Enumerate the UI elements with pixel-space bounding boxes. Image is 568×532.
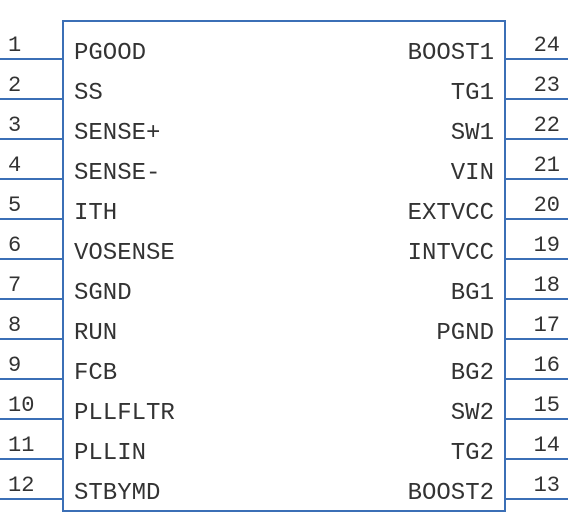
pin-label: TG2 — [451, 440, 494, 467]
pin-lead: 3 — [0, 100, 62, 140]
pin-lead: 22 — [506, 100, 568, 140]
pin-lead: 5 — [0, 180, 62, 220]
pin-lead: 9 — [0, 340, 62, 380]
pin-19: INTVCC 19 — [506, 220, 568, 260]
pin-number: 12 — [8, 473, 34, 498]
pin-8: 8 RUN — [0, 300, 62, 340]
pin-label: PGND — [436, 320, 494, 347]
pin-label: PLLFLTR — [74, 400, 175, 427]
pin-label: SENSE+ — [74, 120, 160, 147]
pin-number: 23 — [534, 73, 560, 98]
pin-lead: 16 — [506, 340, 568, 380]
pin-23: TG1 23 — [506, 60, 568, 100]
pin-2: 2 SS — [0, 60, 62, 100]
pin-lead: 12 — [0, 460, 62, 500]
pin-4: 4 SENSE- — [0, 140, 62, 180]
pin-22: SW1 22 — [506, 100, 568, 140]
pin-lead-line — [506, 498, 568, 500]
pin-label: STBYMD — [74, 480, 160, 507]
pin-number: 11 — [8, 433, 34, 458]
pin-10: 10 PLLFLTR — [0, 380, 62, 420]
pin-lead: 21 — [506, 140, 568, 180]
pin-label: PGOOD — [74, 40, 146, 67]
pin-label: PLLIN — [74, 440, 146, 467]
pin-label: BOOST2 — [408, 480, 494, 507]
pin-number: 10 — [8, 393, 34, 418]
pin-lead: 2 — [0, 60, 62, 100]
pin-label: SENSE- — [74, 160, 160, 187]
pin-number: 6 — [8, 233, 21, 258]
pin-label: SW1 — [451, 120, 494, 147]
pin-21: VIN 21 — [506, 140, 568, 180]
pin-label: INTVCC — [408, 240, 494, 267]
pin-24: BOOST1 24 — [506, 20, 568, 60]
pin-20: EXTVCC 20 — [506, 180, 568, 220]
pin-lead: 6 — [0, 220, 62, 260]
pin-number: 13 — [534, 473, 560, 498]
pin-lead: 24 — [506, 20, 568, 60]
pin-16: BG2 16 — [506, 340, 568, 380]
pin-lead: 17 — [506, 300, 568, 340]
pin-number: 20 — [534, 193, 560, 218]
pin-lead-line — [0, 498, 62, 500]
pin-label: BG2 — [451, 360, 494, 387]
pin-number: 9 — [8, 353, 21, 378]
pin-number: 14 — [534, 433, 560, 458]
pin-lead: 8 — [0, 300, 62, 340]
pin-number: 7 — [8, 273, 21, 298]
pin-6: 6 VOSENSE — [0, 220, 62, 260]
pin-lead: 14 — [506, 420, 568, 460]
pin-lead: 10 — [0, 380, 62, 420]
pin-number: 5 — [8, 193, 21, 218]
pin-label: VIN — [451, 160, 494, 187]
pin-number: 3 — [8, 113, 21, 138]
pin-number: 22 — [534, 113, 560, 138]
pin-number: 16 — [534, 353, 560, 378]
pin-14: TG2 14 — [506, 420, 568, 460]
pin-label: BG1 — [451, 280, 494, 307]
pin-18: BG1 18 — [506, 260, 568, 300]
pin-3: 3 SENSE+ — [0, 100, 62, 140]
pin-lead: 20 — [506, 180, 568, 220]
pin-label: SS — [74, 80, 103, 107]
pin-number: 24 — [534, 33, 560, 58]
pin-15: SW2 15 — [506, 380, 568, 420]
pin-number: 15 — [534, 393, 560, 418]
pin-11: 11 PLLIN — [0, 420, 62, 460]
pin-number: 8 — [8, 313, 21, 338]
pin-label: BOOST1 — [408, 40, 494, 67]
pin-number: 1 — [8, 33, 21, 58]
pin-label: SGND — [74, 280, 132, 307]
pin-lead: 19 — [506, 220, 568, 260]
pin-lead: 7 — [0, 260, 62, 300]
pin-number: 21 — [534, 153, 560, 178]
pin-lead: 11 — [0, 420, 62, 460]
pin-12: 12 STBYMD — [0, 460, 62, 500]
pin-lead: 1 — [0, 20, 62, 60]
pin-label: VOSENSE — [74, 240, 175, 267]
pin-17: PGND 17 — [506, 300, 568, 340]
pin-9: 9 FCB — [0, 340, 62, 380]
pin-number: 17 — [534, 313, 560, 338]
pin-lead: 23 — [506, 60, 568, 100]
pin-13: BOOST2 13 — [506, 460, 568, 500]
pin-label: TG1 — [451, 80, 494, 107]
pin-lead: 18 — [506, 260, 568, 300]
pin-label: SW2 — [451, 400, 494, 427]
pin-5: 5 ITH — [0, 180, 62, 220]
pin-number: 2 — [8, 73, 21, 98]
pin-number: 4 — [8, 153, 21, 178]
pin-label: RUN — [74, 320, 117, 347]
pin-label: FCB — [74, 360, 117, 387]
pin-lead: 13 — [506, 460, 568, 500]
pin-number: 18 — [534, 273, 560, 298]
pin-7: 7 SGND — [0, 260, 62, 300]
pin-lead: 15 — [506, 380, 568, 420]
pin-label: ITH — [74, 200, 117, 227]
pin-number: 19 — [534, 233, 560, 258]
pin-lead: 4 — [0, 140, 62, 180]
pin-label: EXTVCC — [408, 200, 494, 227]
pin-1: 1 PGOOD — [0, 20, 62, 60]
